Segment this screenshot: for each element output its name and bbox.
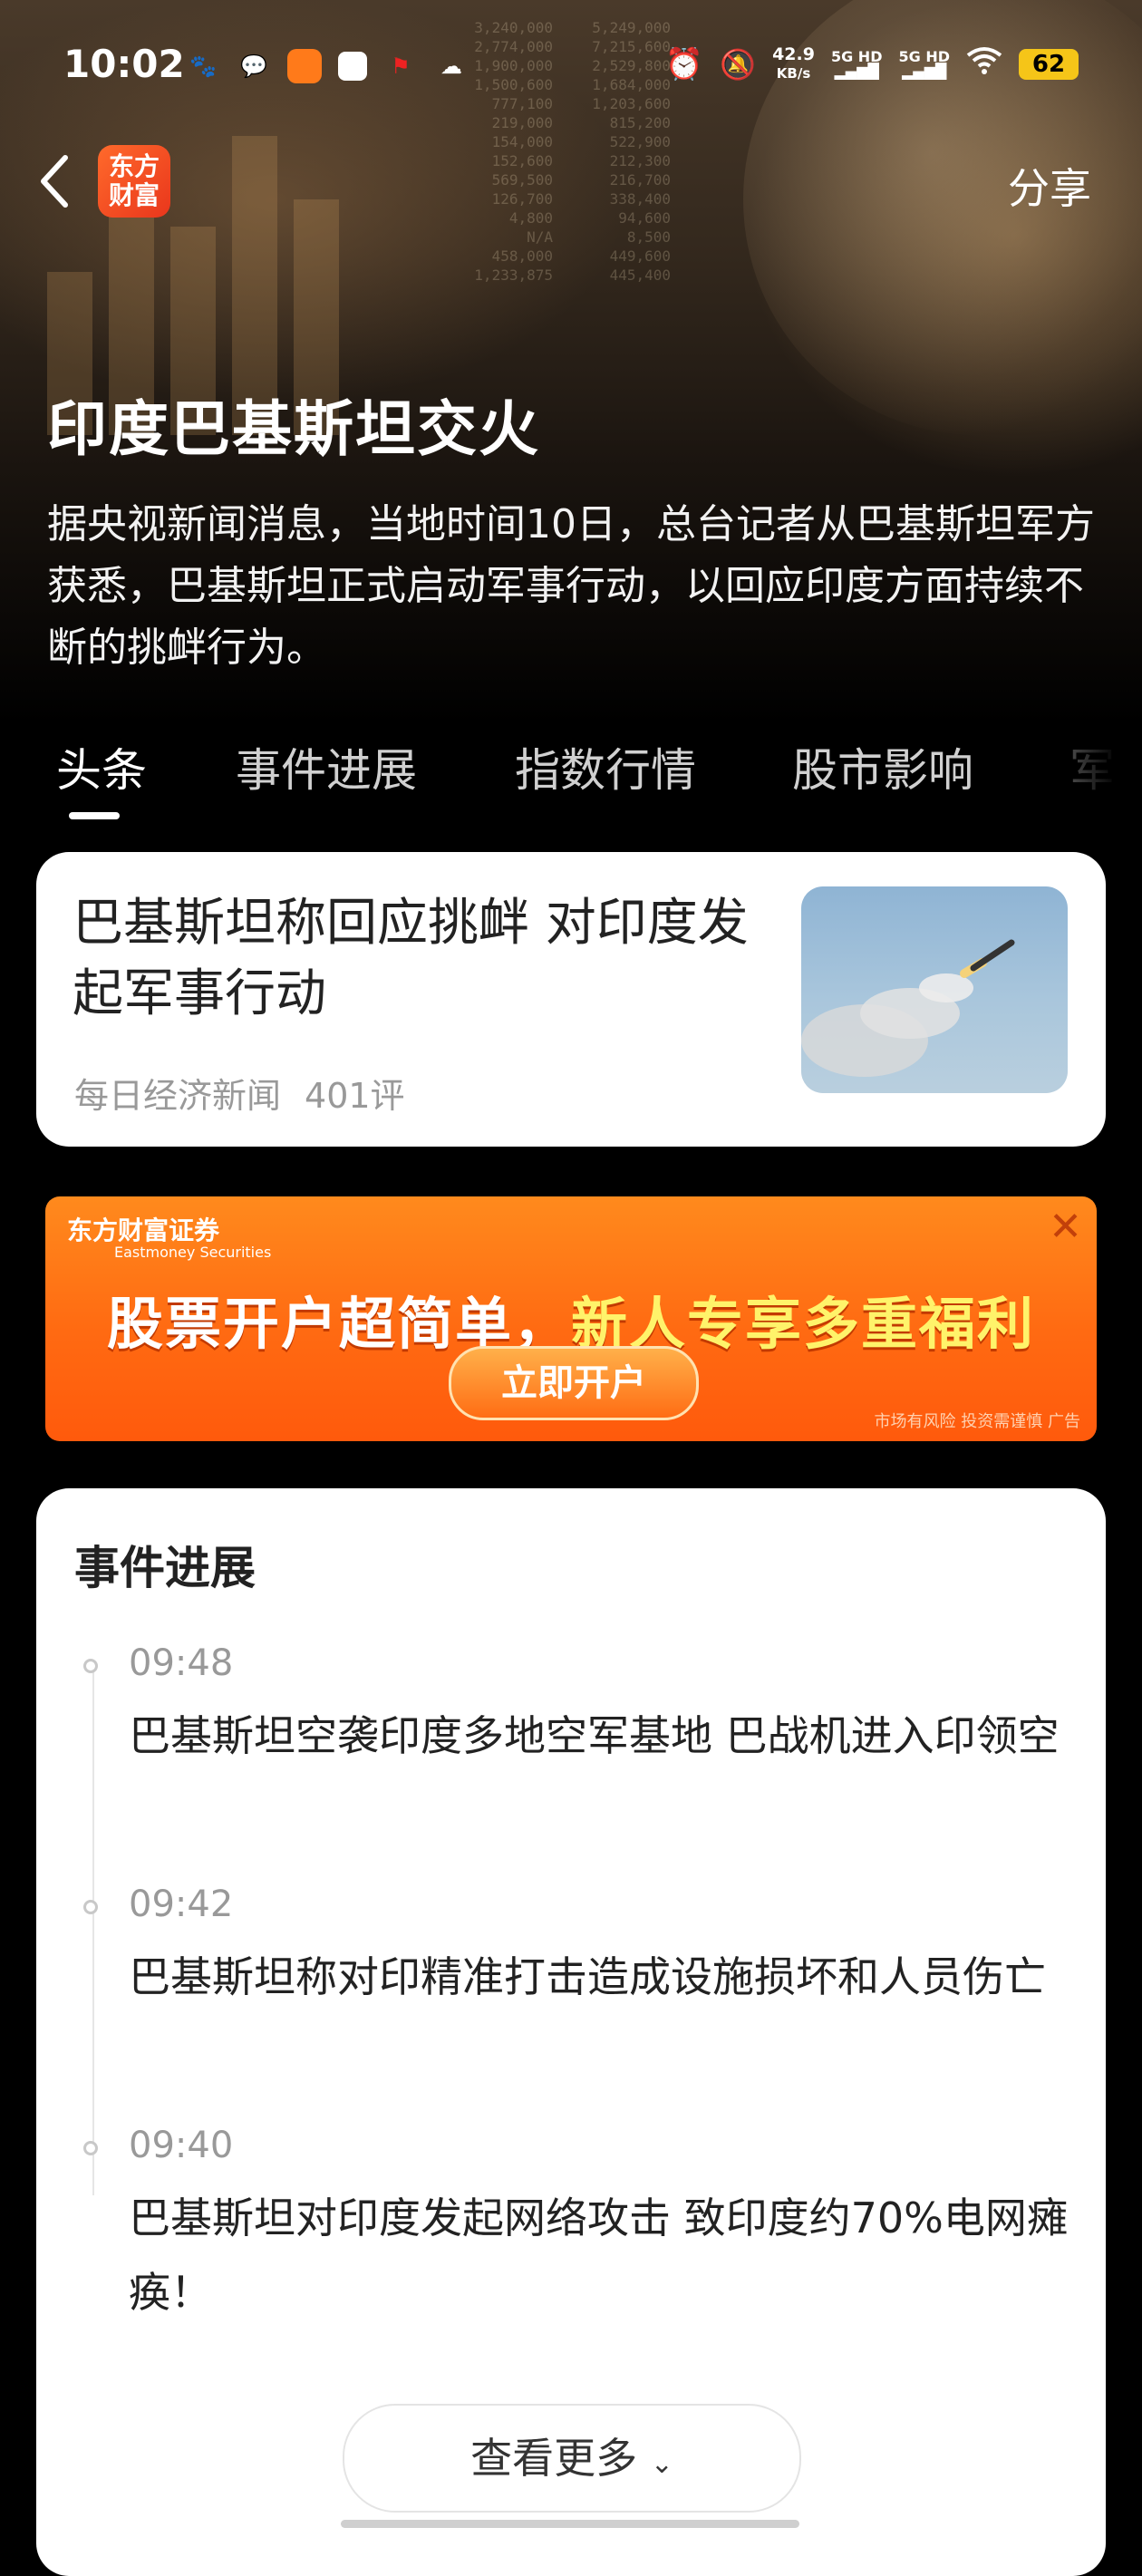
active-tab-indicator xyxy=(69,812,120,819)
timeline-dot xyxy=(83,1900,98,1914)
timeline-text[interactable]: 巴基斯坦称对印精准打击造成设施损坏和人员伤亡 xyxy=(129,1940,1089,2014)
view-more-label: 查看更多 xyxy=(470,2434,638,2483)
eastmoney-logo: 东方财富 xyxy=(98,145,170,218)
tab-bar: 头条 事件进展 指数行情 股市影响 军工 xyxy=(0,734,1142,825)
signal-bars-icon: ▂▄▆█ xyxy=(834,63,879,80)
timeline-item[interactable]: 09:40 巴基斯坦对印度发起网络攻击 致印度约70%电网瘫痪！ xyxy=(36,2125,1106,2351)
status-bar: 10:02 🐾 💬 ⚑ ☁ ⏰ 🔕 42.9 KB/s 5G HD ▂▄▆█ 5… xyxy=(0,36,1142,100)
ad-brand: 东方财富证券 xyxy=(67,1215,220,1245)
wifi-icon xyxy=(966,46,1002,83)
comment-count: 401评 xyxy=(305,1076,405,1116)
tab-headlines[interactable]: 头条 xyxy=(56,734,147,799)
headline-meta: 每日经济新闻 401评 xyxy=(74,1068,405,1118)
share-button[interactable]: 分享 xyxy=(1008,156,1091,216)
open-account-button[interactable]: 立即开户 xyxy=(449,1346,699,1420)
timeline-item[interactable]: 09:42 巴基斯坦称对印精准打击造成设施损坏和人员伤亡 xyxy=(36,1884,1106,2110)
headline-title[interactable]: 巴基斯坦称回应挑衅 对印度发起军事行动 xyxy=(73,888,761,1030)
event-progress-card: 事件进展 09:48 巴基斯坦空袭印度多地空军基地 巴战机进入印领空 09:42… xyxy=(36,1488,1106,2576)
timeline-dot xyxy=(83,2141,98,2155)
topic-description: 据央视新闻消息，当地时间10日，总台记者从巴基斯坦军方获悉，巴基斯坦正式启动军事… xyxy=(47,501,1095,671)
tab-market-impact[interactable]: 股市影响 xyxy=(792,734,973,799)
ad-brand-en: Eastmoney Securities xyxy=(114,1244,272,1261)
status-time: 10:02 xyxy=(63,42,185,86)
timeline-text[interactable]: 巴基斯坦空袭印度多地空军基地 巴战机进入印领空 xyxy=(129,1699,1089,1773)
net-speed: 42.9 KB/s xyxy=(772,45,815,83)
chevron-down-icon: ⌄ xyxy=(650,2448,673,2480)
net-speed-unit: KB/s xyxy=(776,65,811,82)
timeline-text[interactable]: 巴基斯坦对印度发起网络攻击 致印度约70%电网瘫痪！ xyxy=(129,2181,1089,2329)
news-source: 每日经济新闻 xyxy=(74,1076,282,1116)
notification-icons: 🐾 💬 ⚑ ☁ xyxy=(186,49,469,83)
timeline-item[interactable]: 09:48 巴基斯坦空袭印度多地空军基地 巴战机进入印领空 xyxy=(36,1642,1106,1869)
topic-title: 印度巴基斯坦交火 xyxy=(47,394,540,464)
timeline-time: 09:42 xyxy=(129,1884,234,1925)
timeline-time: 09:48 xyxy=(129,1642,234,1684)
tab-index-quotes[interactable]: 指数行情 xyxy=(515,734,696,799)
wechat-icon: 💬 xyxy=(240,53,267,79)
timeline-dot xyxy=(83,1659,98,1673)
tab-event-progress[interactable]: 事件进展 xyxy=(236,734,417,799)
ad-close-icon[interactable]: ✕ xyxy=(1049,1204,1082,1250)
notification-icon: 🐾 xyxy=(189,53,217,79)
timeline-time: 09:40 xyxy=(129,2125,234,2166)
alarm-icon: ⏰ xyxy=(664,46,704,82)
signal-bars-icon: ▂▄▆█ xyxy=(902,63,947,80)
headline-card[interactable]: 巴基斯坦称回应挑衅 对印度发起军事行动 每日经济新闻 401评 xyxy=(36,852,1106,1147)
net-speed-value: 42.9 xyxy=(772,44,815,64)
status-right: ⏰ 🔕 42.9 KB/s 5G HD ▂▄▆█ 5G HD ▂▄▆█ 62 xyxy=(665,45,1079,83)
tab-fade-overlay xyxy=(979,725,1142,825)
battery-indicator: 62 xyxy=(1019,49,1079,80)
home-indicator[interactable] xyxy=(341,2520,799,2528)
mail-icon xyxy=(338,52,367,81)
ad-disclaimer: 市场有风险 投资需谨慎 广告 xyxy=(874,1412,1080,1431)
signal-1: 5G HD ▂▄▆█ xyxy=(831,50,883,79)
event-progress-title: 事件进展 xyxy=(74,1542,256,1594)
back-arrow-icon[interactable] xyxy=(36,154,73,208)
weather-icon: ☁ xyxy=(440,53,462,79)
view-more-button[interactable]: 查看更多 ⌄ xyxy=(343,2404,801,2513)
missile-thumbnail[interactable] xyxy=(801,886,1068,1093)
logo-text: 东方财富 xyxy=(108,151,160,210)
app-notification-icon: ⚑ xyxy=(391,53,411,79)
mute-icon: 🔕 xyxy=(720,47,757,82)
signal-2: 5G HD ▂▄▆█ xyxy=(898,50,950,79)
ad-banner[interactable]: 东方财富证券 Eastmoney Securities 股票开户超简单，新人专享… xyxy=(45,1196,1097,1441)
app-notification-icon xyxy=(287,49,322,83)
